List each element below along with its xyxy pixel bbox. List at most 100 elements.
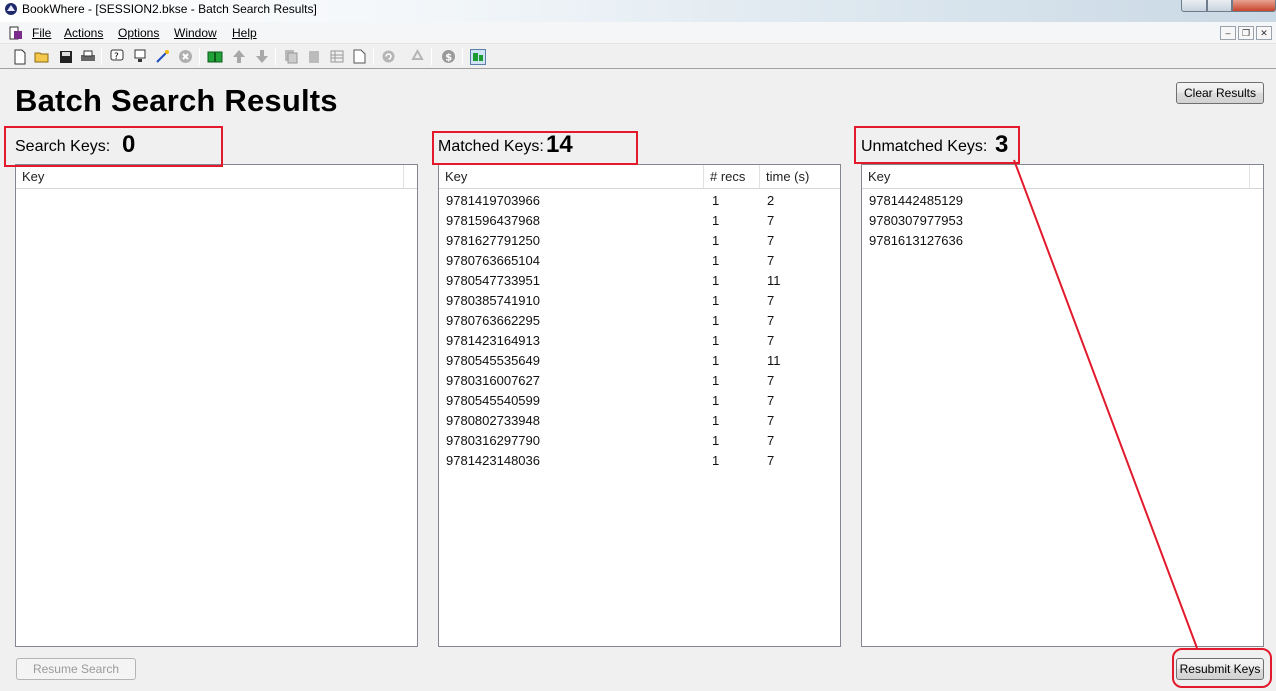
mdi-close-button[interactable]: ✕ [1256,26,1272,40]
connect-icon[interactable] [131,48,148,65]
list-item[interactable]: 9781613127636 [862,230,1263,250]
toolbar: ? $ [0,44,1276,69]
maximize-button[interactable] [1207,0,1232,12]
column-header-key[interactable]: Key [439,165,704,188]
table-icon[interactable] [328,48,345,65]
mdi-minimize-button[interactable]: – [1220,26,1236,40]
time-cell: 7 [767,373,775,388]
dollar-icon[interactable]: $ [440,48,457,65]
key-cell: 9781613127636 [869,233,963,248]
toolbar-separator [373,48,374,65]
list-item[interactable]: 9780316297790 1 7 [439,430,840,450]
annotation-box-unmatched-keys [854,126,1020,164]
close-window-button[interactable] [1232,0,1276,12]
clear-results-button[interactable]: Clear Results [1176,82,1264,104]
recs-cell: 1 [712,233,720,248]
toolbar-separator [275,48,276,65]
book-green-icon[interactable] [206,48,223,65]
key-cell: 9781596437968 [446,213,540,228]
list-item[interactable]: 9780307977953 [862,210,1263,230]
list-item[interactable]: 9780763662295 1 7 [439,310,840,330]
time-cell: 7 [767,433,775,448]
time-cell: 7 [767,333,775,348]
paste-record-icon[interactable] [305,48,322,65]
arrow-up-icon[interactable] [230,48,247,65]
key-cell: 9780307977953 [869,213,963,228]
list-item[interactable]: 9780385741910 1 7 [439,290,840,310]
column-header-key[interactable]: Key [16,165,404,188]
save-disk-icon[interactable] [57,48,74,65]
column-header-key[interactable]: Key [862,165,1250,188]
menu-options[interactable]: Options [118,26,159,40]
list-item[interactable]: 9780316007627 1 7 [439,370,840,390]
menu-actions[interactable]: Actions [64,26,103,40]
list-item[interactable]: 9781423148036 1 7 [439,450,840,470]
key-cell: 9780763665104 [446,253,540,268]
refresh-icon[interactable] [380,48,397,65]
key-cell: 9780545535649 [446,353,540,368]
key-cell: 9781442485129 [869,193,963,208]
svg-text:$: $ [445,53,452,64]
recs-cell: 1 [712,333,720,348]
column-header-time[interactable]: time (s) [760,165,840,188]
key-cell: 9780763662295 [446,313,540,328]
list-item[interactable]: 9780547733951 1 11 [439,270,840,290]
key-cell: 9780316007627 [446,373,540,388]
list-item[interactable]: 9781627791250 1 7 [439,230,840,250]
menu-help[interactable]: Help [232,26,257,40]
time-cell: 7 [767,213,775,228]
search-keys-list[interactable]: Key [15,164,418,647]
recs-cell: 1 [712,413,720,428]
list-item[interactable]: 9780763665104 1 7 [439,250,840,270]
print-icon[interactable] [79,48,96,65]
query-icon[interactable]: ? [108,48,125,65]
new-document-icon[interactable] [11,48,28,65]
page-icon[interactable] [351,48,368,65]
list-item[interactable]: 9781596437968 1 7 [439,210,840,230]
time-cell: 7 [767,233,775,248]
copy-record-icon[interactable] [282,48,299,65]
time-cell: 7 [767,313,775,328]
mdi-restore-button[interactable]: ❐ [1238,26,1254,40]
key-cell: 9781423148036 [446,453,540,468]
recs-cell: 1 [712,353,720,368]
unmatched-keys-header: Key [862,165,1263,189]
matched-keys-list[interactable]: Key # recs time (s) 9781419703966 1 2 97815… [438,164,841,647]
key-cell: 9780545540599 [446,393,540,408]
recs-cell: 1 [712,193,720,208]
recs-cell: 1 [712,453,720,468]
open-folder-icon[interactable] [33,48,50,65]
arrow-down-icon[interactable] [253,48,270,65]
toolbar-separator [101,48,102,65]
mdi-controls: – ❐ ✕ [1220,26,1272,40]
recs-cell: 1 [712,393,720,408]
list-item[interactable]: 9780802733948 1 7 [439,410,840,430]
key-cell: 9781419703966 [446,193,540,208]
resume-search-button[interactable]: Resume Search [16,658,136,680]
minimize-button[interactable] [1181,0,1207,12]
list-item[interactable]: 9780545540599 1 7 [439,390,840,410]
menu-window[interactable]: Window [174,26,217,40]
list-item[interactable]: 9781423164913 1 7 [439,330,840,350]
menu-file[interactable]: File [32,26,51,40]
unmatched-keys-list[interactable]: Key 9781442485129 9780307977953 9781613127… [861,164,1264,647]
column-header-recs[interactable]: # recs [704,165,760,188]
recs-cell: 1 [712,313,720,328]
recycle-icon[interactable] [409,48,426,65]
list-item[interactable]: 9781419703966 1 2 [439,190,840,210]
key-cell: 9780547733951 [446,273,540,288]
time-cell: 11 [767,353,781,368]
key-cell: 9780316297790 [446,433,540,448]
list-item[interactable]: 9780545535649 1 11 [439,350,840,370]
wizard-icon[interactable] [154,48,171,65]
batch-search-icon[interactable] [469,48,486,65]
stop-icon[interactable] [177,48,194,65]
list-item[interactable]: 9781442485129 [862,190,1263,210]
session-document-icon [9,26,22,40]
time-cell: 2 [767,193,775,208]
bookwhere-app-icon [5,3,17,15]
key-cell: 9780385741910 [446,293,540,308]
annotation-ellipse-resubmit [1172,648,1272,688]
time-cell: 7 [767,253,775,268]
recs-cell: 1 [712,253,720,268]
